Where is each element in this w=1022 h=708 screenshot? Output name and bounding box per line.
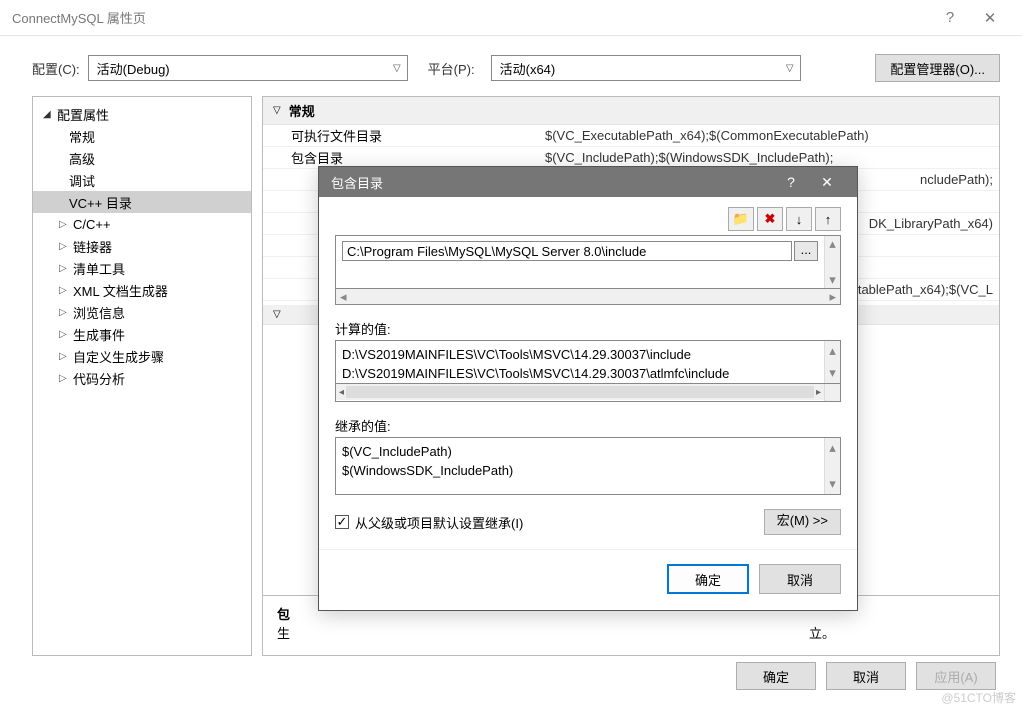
inherit-checkbox[interactable]: ✓ — [335, 515, 349, 529]
close-button[interactable]: ✕ — [970, 9, 1010, 27]
path-input[interactable] — [342, 241, 792, 261]
move-up-button[interactable]: ↑ — [815, 207, 841, 231]
help-button[interactable]: ? — [773, 174, 809, 190]
prop-row-execdir[interactable]: 可执行文件目录 $(VC_ExecutablePath_x64);$(Commo… — [263, 125, 999, 147]
tree-item-advanced[interactable]: 高级 — [33, 147, 251, 169]
cancel-button[interactable]: 取消 — [826, 662, 906, 690]
help-button[interactable]: ? — [930, 9, 970, 26]
tree-item-buildevents[interactable]: ▷生成事件 — [33, 323, 251, 345]
tree-item-manifest[interactable]: ▷清单工具 — [33, 257, 251, 279]
tree-item-custombuild[interactable]: ▷自定义生成步骤 — [33, 345, 251, 367]
arrow-right-icon: ▷ — [59, 373, 69, 384]
tree-item-vcdirs[interactable]: VC++ 目录 — [33, 191, 251, 213]
inherited-listbox: $(VC_IncludePath) $(WindowsSDK_IncludePa… — [335, 437, 841, 495]
arrow-right-icon: ▷ — [59, 351, 69, 362]
arrow-right-icon: ▷ — [59, 219, 69, 230]
list-item: $(VC_IncludePath) — [342, 442, 818, 461]
arrow-right-icon: ▷ — [59, 285, 69, 296]
subdialog-title: 包含目录 — [331, 173, 773, 192]
list-item: D:\VS2019MAINFILES\VC\Tools\MSVC\14.29.3… — [342, 345, 818, 364]
window-title: ConnectMySQL 属性页 — [12, 8, 930, 27]
arrow-right-icon: ▷ — [59, 307, 69, 318]
tree-item-linker[interactable]: ▷链接器 — [33, 235, 251, 257]
watermark: @51CTO博客 — [941, 689, 1016, 706]
calculated-label: 计算的值: — [335, 319, 841, 338]
browse-button[interactable]: ... — [794, 241, 818, 261]
inherit-checkbox-label: 从父级或项目默认设置继承(I) — [355, 513, 523, 532]
arrow-right-icon: ▷ — [59, 329, 69, 340]
tree-panel: ◢ 配置属性 常规 高级 调试 VC++ 目录 ▷C/C++ ▷链接器 ▷清单工… — [32, 96, 252, 656]
tree-item-xmldoc[interactable]: ▷XML 文档生成器 — [33, 279, 251, 301]
tree-item-ccpp[interactable]: ▷C/C++ — [33, 213, 251, 235]
apply-button[interactable]: 应用(A) — [916, 662, 996, 690]
arrow-down-icon: ◢ — [43, 109, 53, 120]
macros-button[interactable]: 宏(M) >> — [764, 509, 841, 535]
cancel-button[interactable]: 取消 — [759, 564, 841, 594]
chevron-down-icon: ▽ — [273, 105, 281, 116]
include-dirs-dialog: 包含目录 ? ✕ 📁 ✖ ↓ ↑ ... ▴▾ ◂▸ 计算的值: — [318, 166, 858, 611]
config-row: 配置(C): 活动(Debug) ▽ 平台(P): 活动(x64) ▽ 配置管理… — [0, 36, 1022, 96]
tree-root[interactable]: ◢ 配置属性 — [33, 103, 251, 125]
delete-icon: ✖ — [765, 211, 776, 227]
scrollbar-vertical[interactable]: ▴▾ — [824, 236, 840, 288]
platform-select[interactable]: 活动(x64) ▽ — [491, 55, 801, 81]
scrollbar-vertical[interactable]: ▴▾ — [824, 341, 840, 383]
tree-item-browse[interactable]: ▷浏览信息 — [33, 301, 251, 323]
platform-label: 平台(P): — [428, 59, 475, 78]
chevron-down-icon: ▽ — [273, 309, 281, 320]
chevron-down-icon: ▽ — [786, 63, 794, 74]
move-down-button[interactable]: ↓ — [786, 207, 812, 231]
subdialog-toolbar: 📁 ✖ ↓ ↑ — [335, 207, 841, 231]
new-folder-button[interactable]: 📁 — [728, 207, 754, 231]
titlebar: ConnectMySQL 属性页 ? ✕ — [0, 0, 1022, 36]
config-select[interactable]: 活动(Debug) ▽ — [88, 55, 408, 81]
arrow-right-icon: ▷ — [59, 241, 69, 252]
delete-button[interactable]: ✖ — [757, 207, 783, 231]
close-button[interactable]: ✕ — [809, 174, 845, 191]
section-header-general[interactable]: ▽ 常规 — [263, 97, 999, 125]
config-value: 活动(Debug) — [97, 59, 170, 78]
folder-icon: 📁 — [733, 211, 749, 227]
scrollbar-horizontal[interactable]: ◂▸ — [335, 384, 841, 402]
arrow-down-icon: ↓ — [796, 212, 803, 227]
scrollbar-vertical[interactable]: ▴▾ — [824, 438, 840, 494]
list-item: D:\VS2019MAINFILES\VC\Tools\MSVC\14.29.3… — [342, 364, 818, 383]
dialog-footer: 确定 取消 应用(A) — [736, 662, 996, 690]
tree-item-debug[interactable]: 调试 — [33, 169, 251, 191]
tree-item-general[interactable]: 常规 — [33, 125, 251, 147]
ok-button[interactable]: 确定 — [736, 662, 816, 690]
subdialog-footer: 确定 取消 — [319, 549, 857, 610]
subdialog-titlebar: 包含目录 ? ✕ — [319, 167, 857, 197]
list-item: $(WindowsSDK_IncludePath) — [342, 461, 818, 480]
arrow-right-icon: ▷ — [59, 263, 69, 274]
inherit-row: ✓ 从父级或项目默认设置继承(I) 宏(M) >> — [335, 509, 841, 535]
scrollbar-horizontal[interactable]: ◂▸ — [335, 289, 841, 305]
tree-item-codeanalysis[interactable]: ▷代码分析 — [33, 367, 251, 389]
config-label: 配置(C): — [32, 59, 80, 78]
paths-editbox: ... ▴▾ — [335, 235, 841, 289]
arrow-up-icon: ↑ — [825, 212, 832, 227]
platform-value: 活动(x64) — [500, 59, 556, 78]
chevron-down-icon: ▽ — [393, 63, 401, 74]
inherited-label: 继承的值: — [335, 416, 841, 435]
ok-button[interactable]: 确定 — [667, 564, 749, 594]
calculated-listbox: D:\VS2019MAINFILES\VC\Tools\MSVC\14.29.3… — [335, 340, 841, 384]
config-manager-button[interactable]: 配置管理器(O)... — [875, 54, 1000, 82]
